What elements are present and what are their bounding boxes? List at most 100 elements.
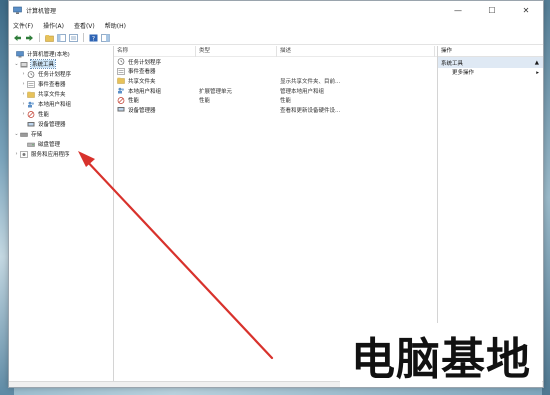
- menu-bar: 文件(F) 操作(A) 查看(V) 帮助(H): [9, 19, 543, 31]
- list-item-description: 显示共享文件夹、目前...: [280, 78, 341, 85]
- toolbar: ?: [9, 31, 543, 45]
- list-item-name: 设备管理器: [128, 107, 156, 114]
- users-icon: [117, 87, 125, 94]
- expand-chevron-icon[interactable]: ›: [20, 101, 27, 107]
- tree-label: 存储: [31, 132, 43, 138]
- expand-chevron-icon[interactable]: ›: [20, 81, 27, 87]
- minimize-button[interactable]: —: [441, 1, 475, 19]
- list-item[interactable]: 任务计划程序: [114, 57, 437, 67]
- users-icon: [27, 101, 35, 108]
- column-header-type[interactable]: 类型: [196, 45, 277, 57]
- column-header-description[interactable]: 描述: [277, 45, 435, 57]
- actions-header: 操作: [438, 46, 543, 57]
- export-list-icon[interactable]: [69, 33, 78, 42]
- tree-item-device-manager[interactable]: 设备管理器: [9, 119, 113, 129]
- help-icon[interactable]: ?: [89, 33, 98, 42]
- tree-item-performance[interactable]: › 性能: [9, 109, 113, 119]
- tree-label: 计算机管理(本地): [27, 52, 70, 58]
- up-folder-icon[interactable]: [45, 33, 54, 42]
- menu-action[interactable]: 操作(A): [43, 21, 64, 30]
- expand-chevron-icon[interactable]: ›: [20, 71, 27, 77]
- title-bar: 计算机管理 — ☐ ✕: [9, 1, 543, 19]
- actions-section-label: 系统工具: [441, 60, 464, 67]
- tree-item-event-viewer[interactable]: › 事件查看器: [9, 79, 113, 89]
- event-viewer-icon: [27, 80, 35, 88]
- tree-label: 共享文件夹: [38, 92, 66, 98]
- tree-item-storage[interactable]: ⌄ 存储: [9, 129, 113, 139]
- tree-item-root[interactable]: 计算机管理(本地): [9, 49, 113, 59]
- list-item-name: 本地用户和组: [128, 88, 162, 95]
- toolbar-separator: [39, 33, 40, 42]
- collapse-arrow-icon[interactable]: ▲: [535, 60, 539, 66]
- services-icon: [20, 150, 28, 158]
- tree-label: 性能: [38, 112, 50, 118]
- window-title: 计算机管理: [26, 7, 57, 15]
- tree-label: 任务计划程序: [38, 72, 72, 78]
- tree-label: 设备管理器: [38, 122, 66, 128]
- tree-item-shared-folders[interactable]: › 共享文件夹: [9, 89, 113, 99]
- collapse-chevron-icon[interactable]: ⌄: [13, 61, 20, 67]
- tree-label: 本地用户和组: [38, 102, 72, 108]
- list-item-description: 查看和更新设备硬件设...: [280, 107, 341, 114]
- performance-icon: [117, 96, 125, 104]
- expand-chevron-icon[interactable]: ›: [20, 111, 27, 117]
- list-item[interactable]: 本地用户和组 扩展管理单元 管理本地用户和组: [114, 86, 437, 96]
- tools-icon: [20, 61, 28, 68]
- tree-label: 服务和应用程序: [31, 152, 70, 158]
- menu-file[interactable]: 文件(F): [13, 21, 33, 30]
- close-button[interactable]: ✕: [509, 1, 543, 19]
- list-item[interactable]: 共享文件夹 显示共享文件夹、目前...: [114, 76, 437, 86]
- device-manager-icon: [117, 106, 125, 113]
- list-item-description: 管理本地用户和组: [280, 88, 325, 95]
- list-item-type: 扩展管理单元: [199, 88, 233, 95]
- device-manager-icon: [27, 121, 35, 128]
- back-icon[interactable]: [13, 33, 22, 42]
- clock-icon: [27, 70, 35, 78]
- menu-view[interactable]: 查看(V): [74, 21, 95, 30]
- more-actions-label: 更多操作: [452, 70, 475, 76]
- shared-folder-icon: [117, 77, 125, 85]
- computer-icon: [16, 50, 24, 58]
- list-item-type: 性能: [199, 98, 211, 105]
- more-actions-item[interactable]: 更多操作 ▸: [438, 68, 543, 79]
- watermark-text: 电脑基地: [351, 334, 531, 385]
- collapse-chevron-icon[interactable]: ⌄: [13, 131, 20, 137]
- list-header: 名称 类型 描述: [114, 45, 437, 57]
- storage-icon: [20, 131, 28, 138]
- submenu-arrow-icon: ▸: [536, 70, 539, 76]
- list-item-name: 任务计划程序: [128, 59, 162, 66]
- show-hide-tree-icon[interactable]: [57, 33, 66, 42]
- navigation-tree: 计算机管理(本地) ⌄ 系统工具 › 任务计划程序 › 事件查看器 › 共享文件…: [9, 46, 114, 381]
- expand-chevron-icon[interactable]: ›: [13, 151, 20, 157]
- actions-section-system-tools[interactable]: 系统工具 ▲: [438, 57, 543, 68]
- tree-label: 事件查看器: [38, 82, 66, 88]
- svg-text:?: ?: [92, 35, 95, 42]
- shared-folder-icon: [27, 91, 35, 98]
- tree-item-local-users[interactable]: › 本地用户和组: [9, 99, 113, 109]
- tree-item-system-tools[interactable]: ⌄ 系统工具: [9, 59, 113, 69]
- computer-management-icon: [13, 6, 22, 15]
- tree-label: 磁盘管理: [38, 142, 61, 148]
- column-header-name[interactable]: 名称: [114, 45, 196, 57]
- list-item[interactable]: 性能 性能 性能: [114, 95, 437, 105]
- tree-item-services-apps[interactable]: › 服务和应用程序: [9, 149, 113, 159]
- tree-label: 系统工具: [29, 59, 57, 69]
- tree-item-disk-management[interactable]: 磁盘管理: [9, 139, 113, 149]
- list-item[interactable]: 设备管理器 查看和更新设备硬件设...: [114, 105, 437, 115]
- menu-help[interactable]: 帮助(H): [105, 21, 126, 30]
- console-view-icon[interactable]: [101, 33, 110, 42]
- list-item-name: 事件查看器: [128, 69, 156, 76]
- clock-icon: [117, 58, 125, 66]
- forward-icon[interactable]: [25, 33, 34, 42]
- expand-chevron-icon[interactable]: ›: [20, 91, 27, 97]
- maximize-button[interactable]: ☐: [475, 1, 509, 19]
- disk-icon: [27, 141, 35, 148]
- list-item-name: 共享文件夹: [128, 78, 156, 85]
- watermark: 电脑基地: [340, 323, 542, 387]
- toolbar-separator: [83, 33, 84, 42]
- list-item[interactable]: 事件查看器: [114, 67, 437, 77]
- event-viewer-icon: [117, 68, 125, 75]
- tree-item-task-scheduler[interactable]: › 任务计划程序: [9, 69, 113, 79]
- list-item-description: 性能: [280, 98, 292, 105]
- list-item-name: 性能: [128, 98, 140, 105]
